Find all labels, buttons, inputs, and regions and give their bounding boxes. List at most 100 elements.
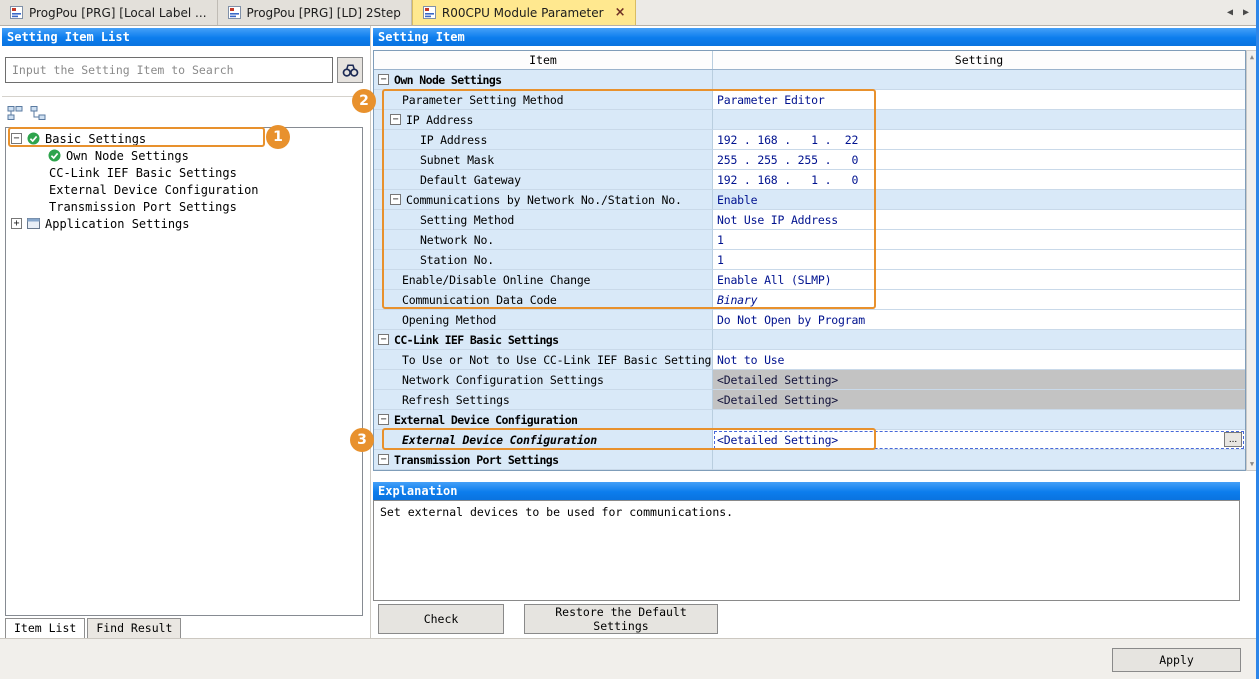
panel-tab-label: Find Result [96, 621, 172, 635]
panel-tab-item-list[interactable]: Item List [5, 618, 85, 639]
setting-cell[interactable]: Binary [713, 290, 1245, 310]
explanation-text: Set external devices to be used for comm… [380, 505, 733, 519]
item-label: Station No. [420, 253, 494, 267]
tree-item-external-device-configuration[interactable]: External Device Configuration [6, 181, 362, 198]
item-cell[interactable]: External Device Configuration [374, 430, 713, 450]
setting-cell[interactable]: Do Not Open by Program [713, 310, 1245, 330]
application-settings-icon [27, 217, 40, 230]
row-expander-icon[interactable]: − [378, 454, 389, 465]
panel-divider [370, 26, 371, 638]
item-cell[interactable]: − Own Node Settings [374, 70, 713, 90]
item-cell[interactable]: Station No. [374, 250, 713, 270]
panel-tab-find-result[interactable]: Find Result [87, 618, 181, 639]
row-expander-icon[interactable]: − [390, 194, 401, 205]
scroll-tabs-left-icon[interactable]: ◀ [1227, 7, 1233, 18]
restore-default-settings-button[interactable]: Restore the Default Settings [524, 604, 718, 634]
item-cell[interactable]: − CC-Link IEF Basic Settings [374, 330, 713, 350]
tree-item-basic-settings[interactable]: − Basic Settings [6, 130, 362, 147]
setting-cell[interactable] [713, 410, 1245, 430]
setting-cell[interactable]: <Detailed Setting> [713, 390, 1245, 410]
item-cell[interactable]: − Transmission Port Settings [374, 450, 713, 470]
item-cell[interactable]: Network Configuration Settings [374, 370, 713, 390]
setting-value: Binary [713, 293, 757, 307]
apply-button[interactable]: Apply [1112, 648, 1241, 672]
setting-cell[interactable]: 255 . 255 . 255 . 0 [713, 150, 1245, 170]
setting-cell[interactable] [713, 70, 1245, 90]
item-cell[interactable]: To Use or Not to Use CC-Link IEF Basic S… [374, 350, 713, 370]
setting-item-title: Setting Item [378, 30, 465, 44]
setting-value: Not to Use [713, 353, 784, 367]
check-button[interactable]: Check [378, 604, 504, 634]
item-cell[interactable]: Opening Method [374, 310, 713, 330]
item-label: IP Address [406, 113, 473, 127]
document-tab-progpou-prg-local-label[interactable]: ProgPou [PRG] [Local Label ... [0, 0, 218, 25]
setting-cell[interactable] [713, 330, 1245, 350]
tree-item-own-node-settings[interactable]: Own Node Settings [6, 147, 362, 164]
setting-cell[interactable]: 1 [713, 230, 1245, 250]
search-button[interactable] [337, 57, 363, 83]
setting-cell[interactable]: <Detailed Setting> [713, 370, 1245, 390]
explanation-title: Explanation [378, 484, 457, 498]
scrollbar-down-icon[interactable]: ▼ [1250, 460, 1254, 468]
setting-item-list-header: Setting Item List [2, 28, 371, 46]
row-expander-icon[interactable]: − [390, 114, 401, 125]
setting-cell[interactable]: 192 . 168 . 1 . 0 [713, 170, 1245, 190]
tree-expander-icon[interactable]: + [11, 218, 22, 229]
collapse-all-icon[interactable] [29, 104, 47, 122]
setting-cell[interactable] [713, 450, 1245, 470]
tab-label: ProgPou [PRG] [Local Label ... [29, 6, 207, 20]
item-cell[interactable]: − External Device Configuration [374, 410, 713, 430]
item-cell[interactable]: Setting Method [374, 210, 713, 230]
item-cell[interactable]: Enable/Disable Online Change [374, 270, 713, 290]
column-header-setting: Setting [713, 51, 1245, 69]
separator-line [2, 96, 371, 97]
setting-cell[interactable]: Enable All (SLMP) [713, 270, 1245, 290]
setting-row-refresh-settings: Refresh Settings <Detailed Setting> [374, 390, 1245, 410]
document-tab-progpou-prg-ld-2step[interactable]: ProgPou [PRG] [LD] 2Step [218, 0, 412, 25]
item-cell[interactable]: Subnet Mask [374, 150, 713, 170]
tree-item-application-settings[interactable]: + Application Settings [6, 215, 362, 232]
setting-cell[interactable]: <Detailed Setting> ... [713, 430, 1245, 450]
row-expander-icon[interactable]: − [378, 334, 389, 345]
row-expander-icon[interactable]: − [378, 414, 389, 425]
scrollbar-up-icon[interactable]: ▲ [1250, 53, 1254, 61]
setting-cell[interactable]: Not Use IP Address [713, 210, 1245, 230]
item-label: IP Address [420, 133, 487, 147]
tree-item-transmission-port-settings[interactable]: Transmission Port Settings [6, 198, 362, 215]
item-cell[interactable]: Parameter Setting Method [374, 90, 713, 110]
expand-all-icon[interactable] [6, 104, 24, 122]
search-input[interactable] [5, 57, 333, 83]
setting-cell[interactable]: Not to Use [713, 350, 1245, 370]
tree-expander-icon[interactable]: − [11, 133, 22, 144]
item-label: Network Configuration Settings [402, 373, 604, 387]
close-tab-icon[interactable]: × [615, 6, 626, 19]
item-label: Parameter Setting Method [402, 93, 563, 107]
item-label: To Use or Not to Use CC-Link IEF Basic S… [402, 353, 711, 367]
setting-value: Enable [713, 193, 757, 207]
setting-value: Parameter Editor [713, 93, 825, 107]
setting-cell[interactable]: 1 [713, 250, 1245, 270]
item-label: Default Gateway [420, 173, 521, 187]
detailed-setting-browse-button[interactable]: ... [1224, 432, 1242, 447]
scroll-tabs-right-icon[interactable]: ▶ [1243, 7, 1249, 18]
panel-tab-label: Item List [14, 621, 76, 635]
item-cell[interactable]: IP Address [374, 130, 713, 150]
tree-item-label: External Device Configuration [48, 183, 259, 197]
item-cell[interactable]: − Communications by Network No./Station … [374, 190, 713, 210]
item-cell[interactable]: Default Gateway [374, 170, 713, 190]
row-expander-icon[interactable]: − [378, 74, 389, 85]
module-parameter-window: ProgPou [PRG] [Local Label ... ProgPou [… [0, 0, 1259, 679]
item-cell[interactable]: Communication Data Code [374, 290, 713, 310]
item-cell[interactable]: Refresh Settings [374, 390, 713, 410]
setting-cell[interactable]: 192 . 168 . 1 . 22 [713, 130, 1245, 150]
setting-cell[interactable] [713, 110, 1245, 130]
tab-label: R00CPU Module Parameter [442, 6, 604, 20]
setting-cell[interactable]: Parameter Editor [713, 90, 1245, 110]
setting-cell[interactable]: Enable [713, 190, 1245, 210]
tab-strip: ProgPou [PRG] [Local Label ... ProgPou [… [0, 0, 1259, 25]
item-cell[interactable]: − IP Address [374, 110, 713, 130]
document-tab-r00cpu-module-parameter[interactable]: R00CPU Module Parameter × [412, 0, 637, 25]
item-cell[interactable]: Network No. [374, 230, 713, 250]
tree-item-cc-link-ief-basic-settings[interactable]: CC-Link IEF Basic Settings [6, 164, 362, 181]
setting-row-network-no: Network No. 1 [374, 230, 1245, 250]
